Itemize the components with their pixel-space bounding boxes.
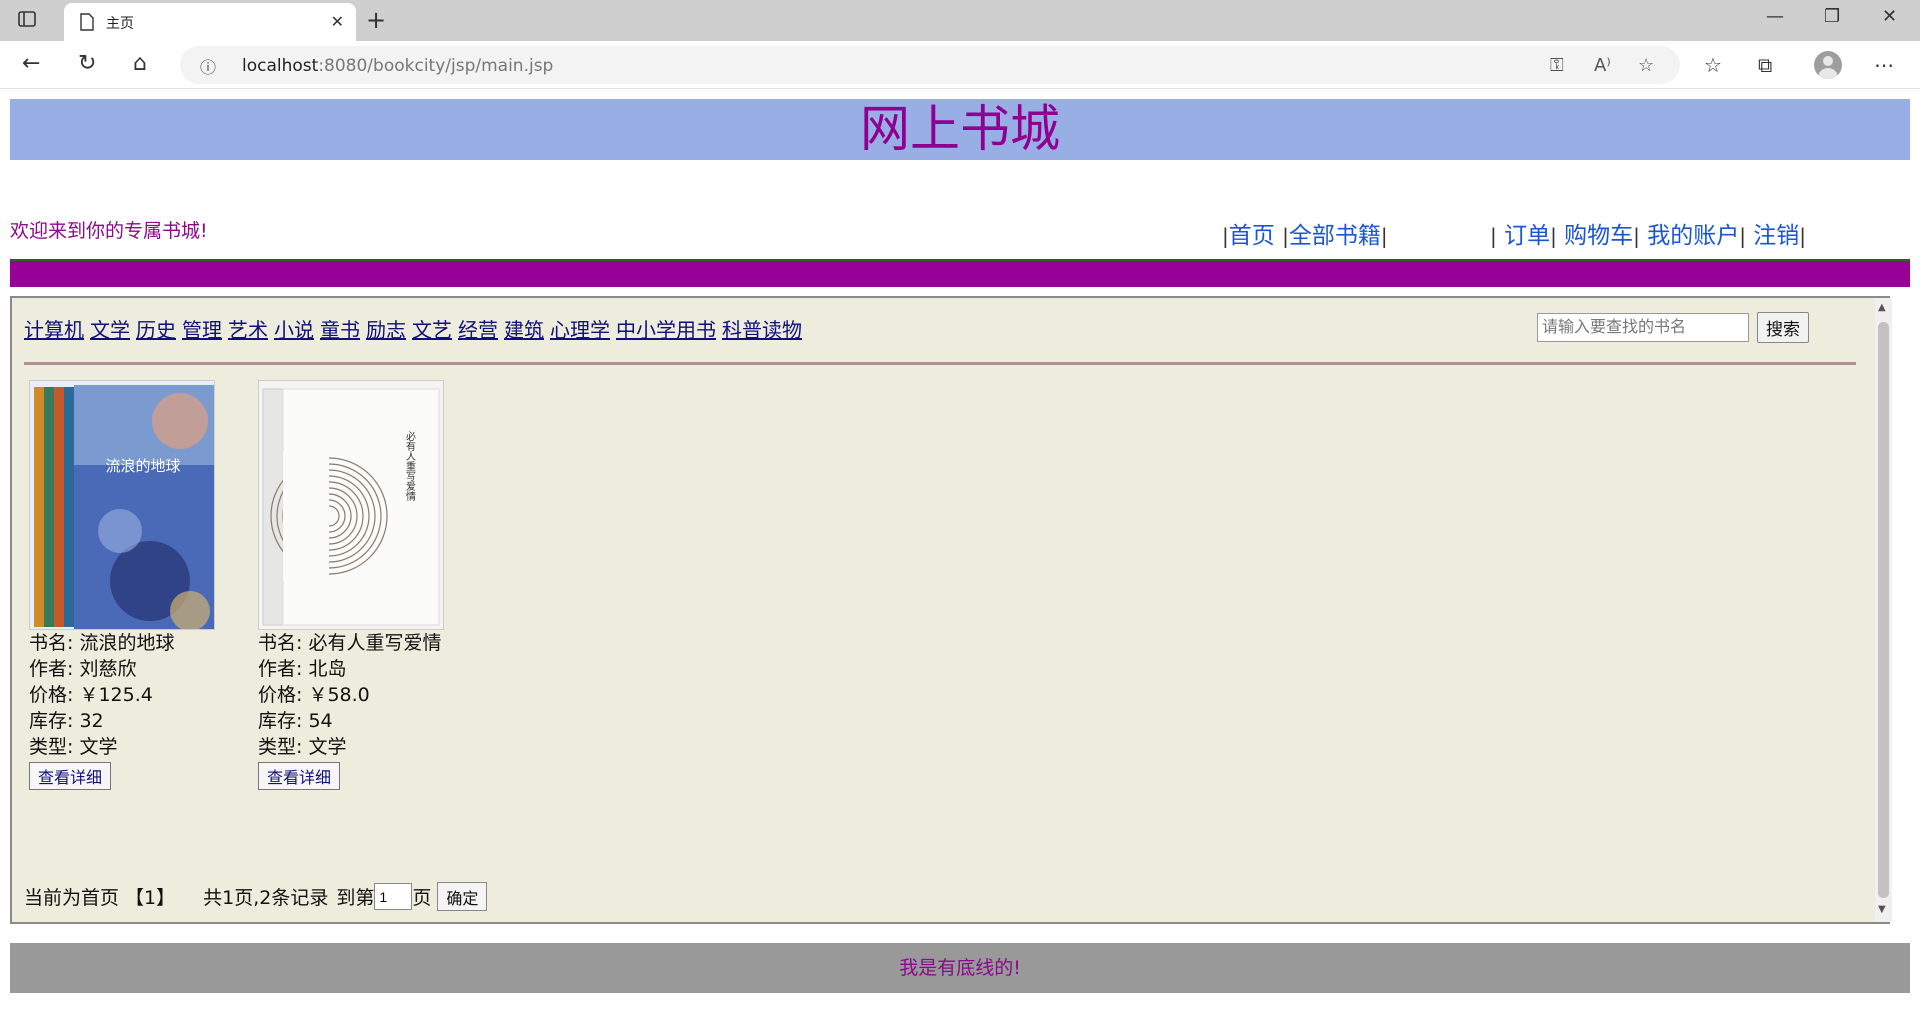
- nav-logout-link[interactable]: 注销: [1753, 223, 1799, 249]
- svg-text:必有人重写爱情: 必有人重写爱情: [404, 430, 416, 502]
- nav-home-link[interactable]: 首页: [1229, 223, 1275, 249]
- book-cover-image[interactable]: 流浪的地球: [29, 380, 215, 630]
- address-bar[interactable]: ⓘ localhost:8080/bookcity/jsp/main.jsp ⚿…: [180, 46, 1680, 84]
- confirm-button[interactable]: 确定: [437, 882, 488, 911]
- book-stock: 库存: 54: [258, 710, 333, 732]
- browser-tabbar: 主页 ✕ + — ❐ ✕: [0, 0, 1920, 41]
- favorites-icon[interactable]: ☆: [1704, 53, 1722, 77]
- category-links: 计算机 文学 历史 管理 艺术 小说 童书 励志 文艺 经营 建筑 心理学 中小学用书 科普读物: [24, 314, 808, 343]
- page-total-text: 共1页,2条记录: [203, 887, 329, 909]
- scroll-down-icon[interactable]: ▼: [1878, 904, 1886, 915]
- category-link-popular-science[interactable]: 科普读物: [722, 318, 802, 342]
- tab-actions-icon[interactable]: [16, 8, 38, 30]
- current-page-text: 当前为首页 【1】: [24, 887, 176, 909]
- add-favorite-icon[interactable]: ☆: [1638, 55, 1654, 76]
- view-detail-button[interactable]: 查看详细: [29, 762, 112, 790]
- category-link-children[interactable]: 童书: [320, 318, 360, 342]
- search-input[interactable]: [1537, 313, 1749, 342]
- category-link-management[interactable]: 管理: [182, 318, 222, 342]
- category-link-arts[interactable]: 文艺: [412, 318, 452, 342]
- category-link-architecture[interactable]: 建筑: [504, 318, 544, 342]
- profile-avatar[interactable]: [1814, 51, 1842, 79]
- category-link-novel[interactable]: 小说: [274, 318, 314, 342]
- book-type: 类型: 文学: [29, 736, 118, 758]
- site-footer: 我是有底线的!: [10, 943, 1910, 993]
- page-icon: [80, 13, 94, 31]
- read-aloud-icon[interactable]: A⁾: [1594, 55, 1611, 76]
- category-divider: [24, 362, 1856, 365]
- url-text[interactable]: localhost:8080/bookcity/jsp/main.jsp: [242, 56, 553, 76]
- book-cover-image[interactable]: 必有人重写爱情: [258, 380, 444, 630]
- new-tab-icon[interactable]: +: [366, 6, 386, 34]
- restore-icon[interactable]: ❐: [1824, 6, 1840, 27]
- book-card: 流浪的地球 书名: 流浪的地球 作者: 刘慈欣 价格: ￥125.4 库存: 3…: [29, 380, 229, 790]
- book-name: 书名: 必有人重写爱情: [258, 632, 442, 654]
- book-card: 必有人重写爱情 书名: 必有人重写爱情 作者: 北岛 价格: ￥58.0 库存:…: [258, 380, 458, 790]
- site-title: 网上书城: [860, 100, 1060, 158]
- welcome-text: 欢迎来到你的专属书城!: [10, 220, 208, 242]
- category-link-art[interactable]: 艺术: [228, 318, 268, 342]
- nav-all-books-link[interactable]: 全部书籍: [1289, 223, 1381, 249]
- category-link-psychology[interactable]: 心理学: [550, 318, 610, 342]
- back-icon[interactable]: ←: [22, 51, 40, 76]
- svg-text:流浪的地球: 流浪的地球: [105, 457, 180, 475]
- category-link-inspirational[interactable]: 励志: [366, 318, 406, 342]
- reload-icon[interactable]: ↻: [78, 51, 96, 76]
- more-menu-icon[interactable]: ⋯: [1874, 53, 1894, 77]
- content-frame: 计算机文学历史管理艺术小说童书励志文艺经营建筑心理学中小学用书科普读物 搜索: [10, 296, 1892, 924]
- page-number-input[interactable]: [374, 883, 413, 910]
- book-price: 价格: ￥125.4: [29, 684, 153, 706]
- search-button[interactable]: 搜索: [1757, 312, 1809, 343]
- book-author: 作者: 北岛: [258, 658, 347, 680]
- goto-suffix: 页: [412, 887, 432, 909]
- close-tab-icon[interactable]: ✕: [331, 12, 344, 31]
- view-detail-button[interactable]: 查看详细: [258, 762, 341, 790]
- collections-icon[interactable]: ⧉: [1758, 53, 1772, 77]
- goto-prefix: 到第: [336, 887, 375, 909]
- nav-cart-link[interactable]: 购物车: [1564, 223, 1633, 249]
- minimize-icon[interactable]: —: [1766, 6, 1784, 27]
- pagination: 当前为首页 【1】 共1页,2条记录 到第 页 确定: [24, 882, 488, 911]
- home-icon[interactable]: ⌂: [133, 51, 147, 76]
- scroll-thumb[interactable]: [1878, 322, 1889, 898]
- divider-bar: [10, 259, 1910, 287]
- site-info-icon[interactable]: ⓘ: [200, 54, 216, 78]
- book-stock: 库存: 32: [29, 710, 104, 732]
- site-header: 网上书城: [10, 99, 1910, 160]
- footer-text: 我是有底线的!: [899, 957, 1021, 979]
- browser-toolbar: ← ↻ ⌂ ⓘ localhost:8080/bookcity/jsp/main…: [0, 41, 1920, 89]
- tab-title: 主页: [106, 16, 134, 32]
- browser-tab[interactable]: 主页 ✕: [64, 3, 356, 41]
- scroll-up-icon[interactable]: ▲: [1878, 302, 1886, 313]
- nav-orders-link[interactable]: 订单: [1504, 223, 1550, 249]
- frame-scrollbar[interactable]: ▲ ▼: [1875, 298, 1892, 922]
- book-price: 价格: ￥58.0: [258, 684, 370, 706]
- close-window-icon[interactable]: ✕: [1882, 6, 1897, 27]
- book-type: 类型: 文学: [258, 736, 347, 758]
- book-name: 书名: 流浪的地球: [29, 632, 175, 654]
- nav-account-link[interactable]: 我的账户: [1647, 223, 1739, 249]
- book-author: 作者: 刘慈欣: [29, 658, 137, 680]
- key-icon[interactable]: ⚿: [1550, 55, 1564, 76]
- category-link-history[interactable]: 历史: [136, 318, 176, 342]
- page: 网上书城 欢迎来到你的专属书城! |首页 |全部书籍| | 订单| 购物车| 我…: [0, 90, 1920, 1030]
- top-nav-left: |首页 |全部书籍|: [1222, 223, 1388, 249]
- category-link-school[interactable]: 中小学用书: [616, 318, 716, 342]
- category-link-computer[interactable]: 计算机: [24, 318, 84, 342]
- category-link-business[interactable]: 经营: [458, 318, 498, 342]
- category-link-literature[interactable]: 文学: [90, 318, 130, 342]
- top-nav-right: | 订单| 购物车| 我的账户| 注销|: [1490, 223, 1806, 249]
